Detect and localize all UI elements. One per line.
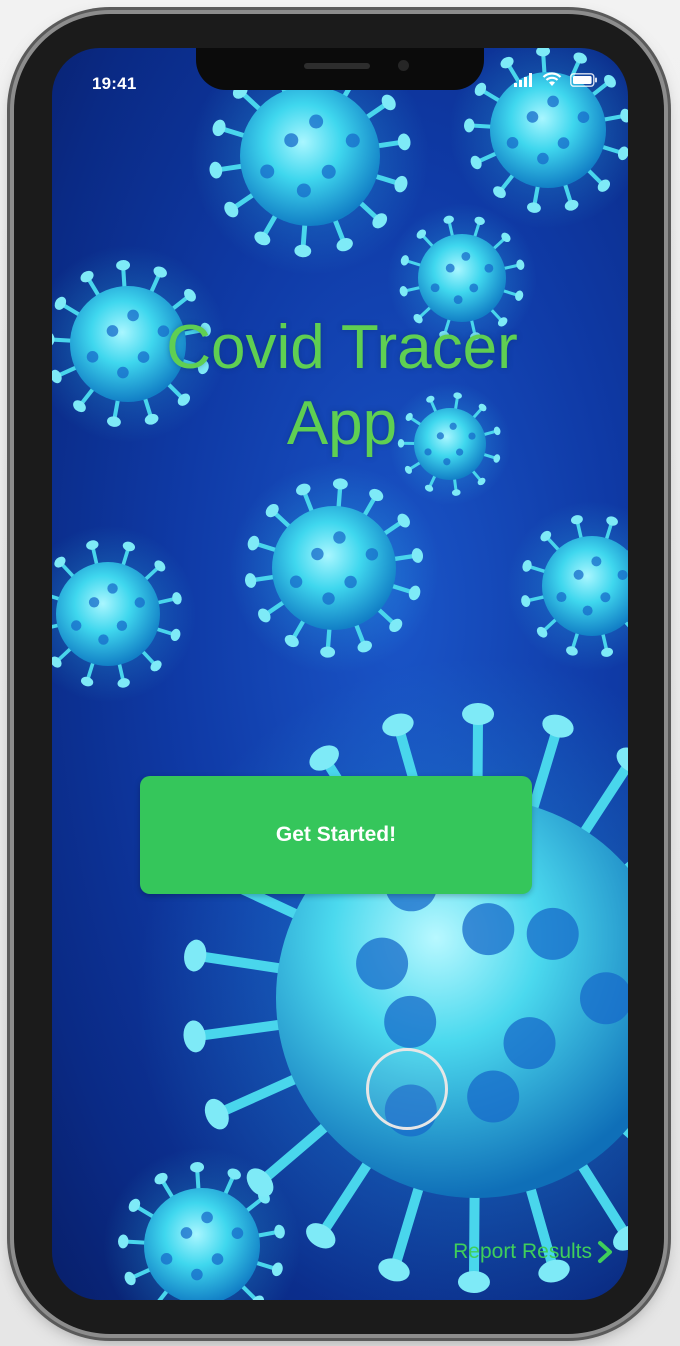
touch-indicator bbox=[366, 1048, 448, 1130]
report-results-label: Report Results bbox=[453, 1240, 592, 1263]
front-camera bbox=[398, 60, 409, 71]
virus-center-icon bbox=[228, 462, 440, 674]
report-results-link[interactable]: Report Results bbox=[453, 1240, 614, 1264]
signal-icon bbox=[514, 73, 532, 87]
app-title-line-2: App bbox=[286, 389, 398, 458]
wifi-icon bbox=[542, 72, 562, 86]
chevron-right-icon bbox=[598, 1241, 612, 1263]
get-started-button[interactable]: Get Started! bbox=[140, 776, 532, 894]
virus-right-icon bbox=[507, 501, 628, 671]
app-title-line-1: Covid Tracer bbox=[166, 313, 518, 382]
power-button bbox=[665, 318, 671, 468]
app-title: Covid Tracer App bbox=[92, 310, 592, 462]
status-icons bbox=[514, 72, 598, 87]
notch bbox=[196, 48, 484, 90]
app-screen: 19:41 Covid Tracer App Get Started! Repo… bbox=[52, 48, 628, 1300]
device-mockup: 19:41 Covid Tracer App Get Started! Repo… bbox=[0, 0, 680, 1346]
battery-icon bbox=[570, 73, 597, 87]
earpiece-speaker bbox=[304, 63, 370, 69]
virus-left-icon bbox=[52, 525, 197, 703]
virus-large-icon bbox=[136, 658, 628, 1300]
status-time: 19:41 bbox=[92, 74, 137, 93]
virus-background bbox=[52, 48, 628, 1300]
